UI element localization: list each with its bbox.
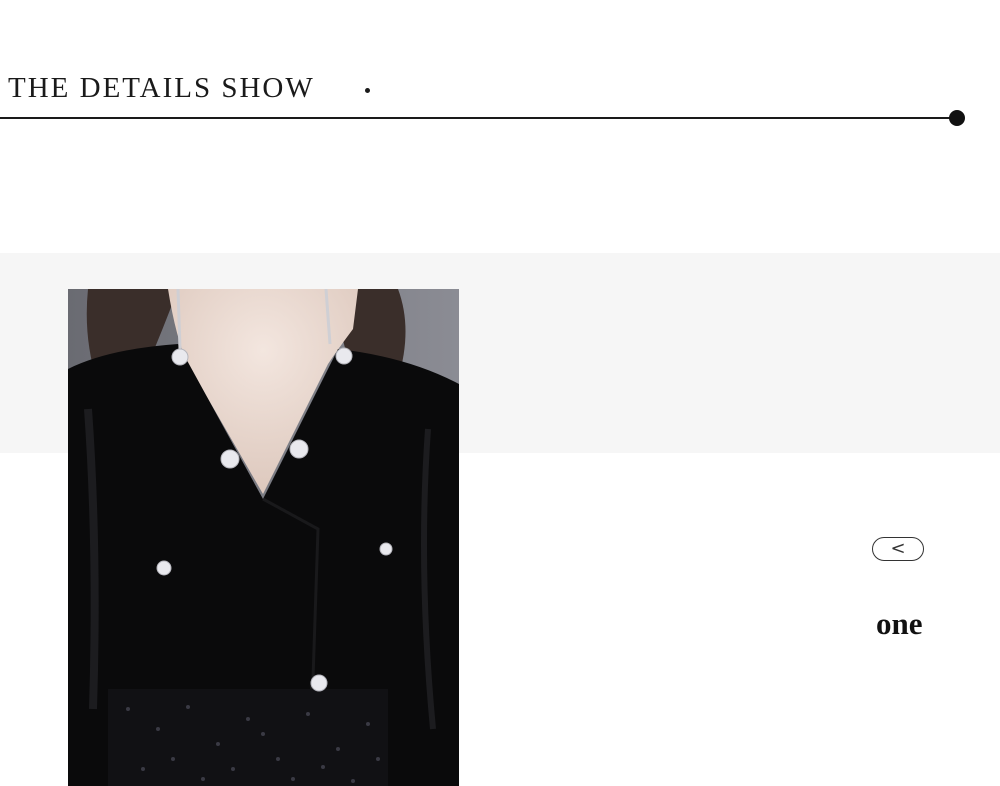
section-title: THE DETAILS SHOW [8,72,315,104]
product-detail-photo [68,289,459,786]
previous-image-button[interactable]: < [872,537,924,561]
chevron-left-icon: < [890,538,906,559]
dress-illustration [68,289,459,786]
title-bullet [365,88,370,93]
divider-line [0,117,955,119]
detail-caption: one [876,606,923,641]
divider-end-dot [949,110,965,126]
